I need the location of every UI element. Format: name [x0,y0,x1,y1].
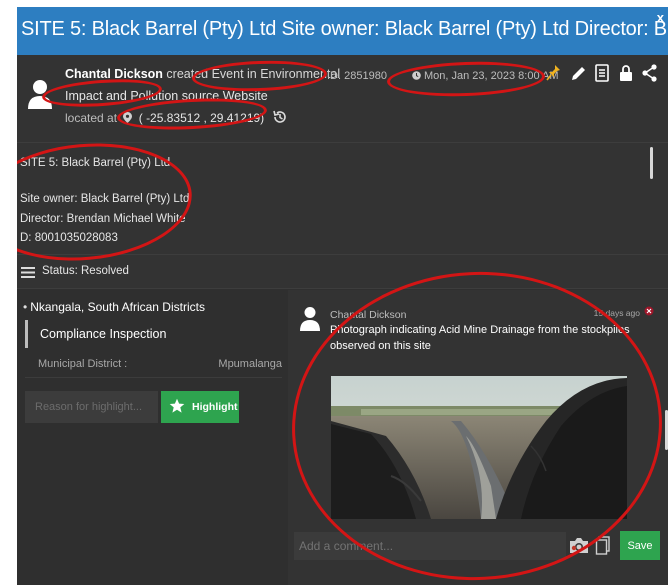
share-icon[interactable] [641,63,659,83]
event-description: SITE 5: Black Barrel (Pty) Ltd Site owne… [17,143,668,255]
municipal-row: Municipal District : Mpumalanga [25,350,282,378]
event-author[interactable]: Chantal Dickson [65,67,163,81]
location-name: Nkangala, South African Districts [30,300,205,314]
event-author-line: Chantal Dickson created Event in Environ… [65,67,340,81]
location-name-row: • Nkangala, South African Districts [23,300,205,314]
highlight-button-label: Highlight [192,401,238,413]
comments-panel: Chantal Dickson 15 days ago Photograph i… [288,290,668,585]
pin-icon[interactable] [545,63,563,83]
dialog-title: SITE 5: Black Barrel (Pty) Ltd Site owne… [21,18,668,40]
description-line: D: 8001035028083 [20,232,118,244]
description-line: Site owner: Black Barrel (Pty) Ltd [20,193,190,205]
star-icon [169,398,185,413]
event-category: Impact and Pollution source Website [65,89,268,103]
event-dialog: SITE 5: Black Barrel (Pty) Ltd Site owne… [17,7,668,585]
comment-input[interactable] [294,532,566,560]
municipal-label: Municipal District : [38,358,128,370]
event-type-box: Compliance Inspection [25,320,282,348]
clock-icon [412,71,421,80]
copy-icon[interactable] [595,535,611,555]
save-comment-button[interactable]: Save [620,531,660,560]
description-line: SITE 5: Black Barrel (Pty) Ltd [20,157,171,169]
event-coordinates[interactable]: ( -25.83512 , 29.41219) [139,111,264,125]
description-scrollbar[interactable] [650,147,653,179]
status-bar: Status: Resolved [17,255,668,289]
comment-text: Photograph indicating Acid Mine Drainage… [330,324,630,352]
highlight-button[interactable]: Highlight [161,391,239,423]
municipal-value: Mpumalanga [218,358,282,370]
user-avatar-icon [28,80,52,109]
lock-icon[interactable] [617,63,635,83]
menu-icon[interactable] [21,267,35,278]
camera-icon[interactable] [568,535,590,555]
event-action-text: created Event in Environmental [162,67,341,81]
event-date: Mon, Jan 23, 2023 8:00 AM [424,70,559,82]
comment-time: 15 days ago [593,308,640,318]
comment-photo[interactable] [331,376,627,519]
titlebar: SITE 5: Black Barrel (Pty) Ltd Site owne… [17,7,668,55]
location-panel: • Nkangala, South African Districts Compl… [17,290,282,585]
description-line: Director: Brendan Michael White [20,213,186,225]
close-icon[interactable]: x [657,10,664,25]
event-date-line: Mon, Jan 23, 2023 8:00 AM [412,70,559,82]
comment-author: Chantal Dickson [330,309,407,321]
located-prefix: located at [65,111,118,125]
event-location-line: located at ( -25.83512 , 29.41219) [65,111,264,125]
bullet-icon: • [23,300,28,314]
highlight-reason-input[interactable] [25,391,158,423]
event-type: Compliance Inspection [40,327,167,341]
event-toolbar [545,63,665,85]
status-text: Status: Resolved [42,265,129,277]
comment-avatar-icon [300,307,320,331]
event-header: Chantal Dickson created Event in Environ… [17,55,668,143]
map-marker-icon [123,112,133,123]
pencil-icon[interactable] [569,63,587,83]
event-id: ID. 2851980 [327,70,387,82]
history-icon[interactable] [272,109,288,125]
delete-comment-icon[interactable] [644,306,654,316]
document-icon[interactable] [593,63,611,83]
